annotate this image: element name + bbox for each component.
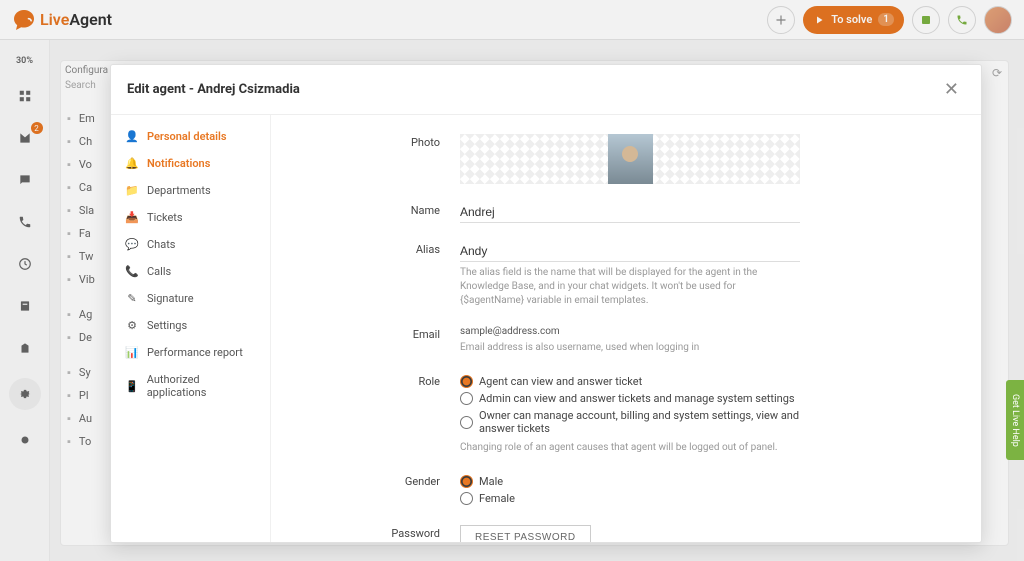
gender-option-1[interactable]: Female [460,490,800,507]
modal-title: Edit agent - Andrej Csizmadia [127,82,300,97]
modal-sidebar: 👤 Personal details 🔔 Notifications 📁 Departme… [111,115,271,542]
gear-icon: ⚙ [125,319,139,332]
gender-radio-1[interactable] [460,492,473,505]
reset-password-button[interactable]: RESET PASSWORD [460,525,591,542]
role-radio-2[interactable] [460,416,473,429]
user-icon: 👤 [125,130,139,143]
sidebar-item-label: Calls [147,265,171,278]
sidebar-item-label: Personal details [147,130,226,143]
sidebar-item-label: Settings [147,319,187,332]
phone-icon: 📞 [125,265,139,278]
close-button[interactable]: ✕ [938,77,965,102]
label-password: Password [295,525,460,542]
sidebar-item-notifications[interactable]: 🔔 Notifications [111,150,270,177]
inbox-icon: 📥 [125,211,139,224]
row-email: Email sample@address.com Email address i… [295,317,957,364]
row-password: Password RESET PASSWORD [295,516,957,542]
chat-icon: 💬 [125,238,139,251]
sidebar-item-personal-details[interactable]: 👤 Personal details [111,123,270,150]
agent-photo[interactable] [608,134,653,184]
sidebar-item-label: Performance report [147,346,243,359]
help-tab[interactable]: Get Live Help [1006,380,1024,460]
sidebar-item-label: Authorized applications [147,373,256,399]
role-radio-1[interactable] [460,392,473,405]
sidebar-item-label: Chats [147,238,175,251]
sidebar-item-departments[interactable]: 📁 Departments [111,177,270,204]
role-hint: Changing role of an agent causes that ag… [460,441,800,455]
label-alias: Alias [295,241,460,308]
sidebar-item-chats[interactable]: 💬 Chats [111,231,270,258]
app-icon: 📱 [125,380,139,393]
sidebar-item-calls[interactable]: 📞 Calls [111,258,270,285]
report-icon: 📊 [125,346,139,359]
sidebar-item-settings[interactable]: ⚙ Settings [111,312,270,339]
alias-input[interactable] [460,241,800,262]
role-radio-0[interactable] [460,375,473,388]
name-input[interactable] [460,202,800,223]
label-gender: Gender [295,473,460,507]
folder-icon: 📁 [125,184,139,197]
pen-icon: ✎ [125,292,139,305]
sidebar-item-label: Departments [147,184,211,197]
gender-label: Female [479,492,515,505]
email-hint: Email address is also username, used whe… [460,341,800,355]
row-photo: Photo [295,125,957,193]
gender-radio-0[interactable] [460,475,473,488]
row-gender: Gender Male Female [295,464,957,516]
row-role: Role Agent can view and answer ticket Adm… [295,364,957,464]
label-name: Name [295,202,460,223]
modal-header: Edit agent - Andrej Csizmadia ✕ [111,65,981,115]
photo-checker [460,134,800,184]
role-label: Agent can view and answer ticket [479,375,642,388]
sidebar-item-label: Signature [147,292,194,305]
role-option-2[interactable]: Owner can manage account, billing and sy… [460,407,800,437]
gender-options: Male Female [460,473,800,507]
gender-label: Male [479,475,503,488]
sidebar-item-authorized-applications[interactable]: 📱 Authorized applications [111,366,270,406]
role-option-0[interactable]: Agent can view and answer ticket [460,373,800,390]
email-value: sample@address.com [460,326,800,337]
role-label: Owner can manage account, billing and sy… [479,409,800,435]
label-role: Role [295,373,460,455]
label-photo: Photo [295,134,460,184]
role-label: Admin can view and answer tickets and ma… [479,392,795,405]
sidebar-item-performance-report[interactable]: 📊 Performance report [111,339,270,366]
gender-option-0[interactable]: Male [460,473,800,490]
role-options: Agent can view and answer ticket Admin ca… [460,373,800,455]
bell-icon: 🔔 [125,157,139,170]
sidebar-item-signature[interactable]: ✎ Signature [111,285,270,312]
photo-field[interactable] [460,134,800,184]
label-email: Email [295,326,460,355]
modal-body: 👤 Personal details 🔔 Notifications 📁 Departme… [111,115,981,542]
role-option-1[interactable]: Admin can view and answer tickets and ma… [460,390,800,407]
row-name: Name [295,193,957,232]
form-area: Photo Name Alias The alias field is the … [271,115,981,542]
sidebar-item-tickets[interactable]: 📥 Tickets [111,204,270,231]
edit-agent-modal: Edit agent - Andrej Csizmadia ✕ 👤 Persona… [110,64,982,543]
alias-hint: The alias field is the name that will be… [460,266,800,308]
row-alias: Alias The alias field is the name that w… [295,232,957,317]
sidebar-item-label: Notifications [147,157,210,170]
sidebar-item-label: Tickets [147,211,183,224]
